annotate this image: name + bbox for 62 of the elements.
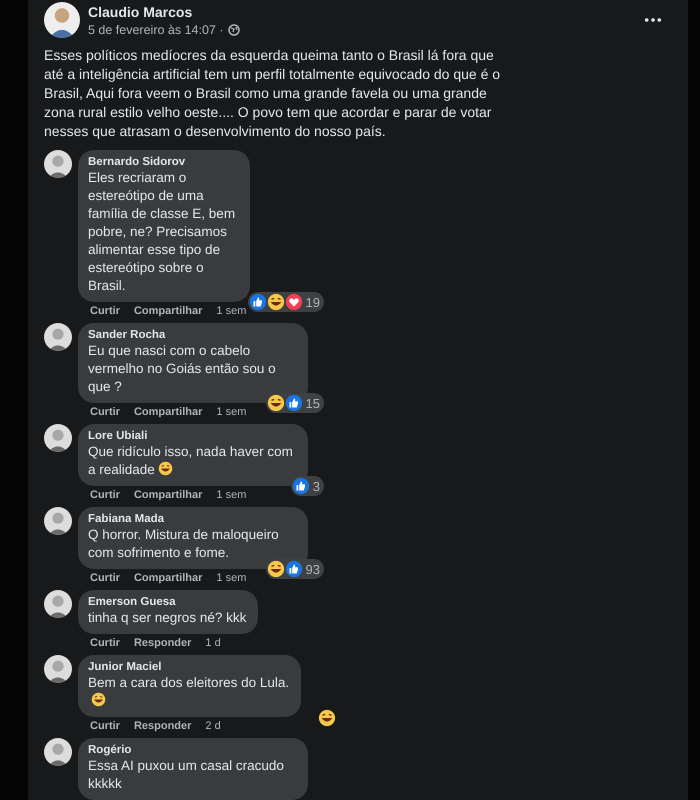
reactions-badge[interactable]: 19: [248, 292, 324, 312]
laughing-emoji-icon: [266, 394, 285, 412]
commenter-name[interactable]: Bernardo Sidorov: [88, 156, 238, 168]
avatar[interactable]: [44, 323, 72, 351]
like-icon: [284, 560, 303, 578]
comment-action-link[interactable]: Compartilhar: [134, 572, 202, 584]
comment-time[interactable]: 1 sem: [216, 489, 246, 501]
author-name[interactable]: Claudio Marcos: [88, 4, 636, 20]
commenter-name[interactable]: Fabiana Mada: [88, 513, 296, 525]
commenter-name[interactable]: Rogério: [88, 744, 296, 756]
comment-action-link[interactable]: Compartilhar: [134, 406, 202, 418]
commenter-name[interactable]: Sander Rocha: [88, 329, 296, 341]
comment-time[interactable]: 1 sem: [216, 572, 246, 584]
comment-action-link[interactable]: Curtir: [90, 572, 120, 584]
comment-text: tinha q ser negros né? kkk: [88, 610, 246, 625]
avatar[interactable]: [44, 150, 72, 178]
laughing-emoji-icon: [266, 560, 285, 578]
like-icon: [292, 477, 310, 495]
avatar[interactable]: [44, 738, 72, 766]
comment-action-link[interactable]: Curtir: [90, 305, 120, 317]
avatar[interactable]: [44, 590, 72, 618]
like-icon: [284, 394, 303, 412]
comment-text: Q horror. Mistura de maloqueiro com sofrimento e fome.: [88, 527, 279, 560]
laughing-emoji-icon: [318, 709, 336, 727]
comment-time[interactable]: 1 sem: [216, 406, 246, 418]
comment-text: Que ridículo isso, nada haver com a realidade: [88, 444, 293, 477]
commenter-name[interactable]: Emerson Guesa: [88, 596, 246, 608]
comment-time[interactable]: 2 d: [205, 720, 221, 732]
reaction-count: 19: [306, 294, 320, 310]
comment-action-link[interactable]: Compartilhar: [134, 305, 202, 317]
comment-action-link[interactable]: Responder: [134, 637, 192, 649]
laughing-emoji-icon: [266, 293, 285, 311]
comment-text: Eu que nasci com o cabelo vermelho no Goiás então sou o que ?: [88, 343, 276, 394]
reaction-count: 93: [306, 562, 320, 576]
reaction-count: 3: [312, 478, 320, 494]
commenter-name[interactable]: Lore Ubiali: [88, 430, 296, 442]
comment-time[interactable]: 1 d: [205, 637, 221, 649]
post-text: Esses políticos medíocres da esquerda queima tanto o Brasil lá fora que até a inteligência artificial tem um perfil totalmente equivocado do que é o Brasil, Aqui fora veem o Brasil como uma grande favela ou uma grande zona rural estilo velho oeste.... O povo tem que acordar e parar de votar nesses que atrasam o desenvolvimento do nosso país.: [44, 46, 502, 141]
comment-text: Essa AI puxou um casal cracudo kkkkk: [88, 758, 284, 791]
avatar[interactable]: [44, 507, 72, 535]
like-icon: [248, 293, 267, 311]
comment-action-link[interactable]: Compartilhar: [134, 489, 202, 501]
reaction-count: 15: [306, 396, 320, 410]
globe-icon: [228, 24, 240, 36]
reactions-badge[interactable]: 93: [266, 559, 324, 579]
comment-text: Bem a cara dos eleitores do Lula.: [88, 675, 290, 690]
comment-time[interactable]: 1 sem: [216, 305, 246, 317]
avatar[interactable]: [44, 655, 72, 683]
avatar[interactable]: [44, 2, 80, 38]
comment-action-link[interactable]: Curtir: [90, 720, 120, 732]
comment-text: Eles recriaram o estereótipo de uma família de classe E, bem pobre, ne? Precisamos alimentar esse tipo de estereótipo sobre o Brasil.: [88, 170, 236, 293]
reactions-badge[interactable]: [318, 709, 336, 727]
reactions-badge[interactable]: 3: [290, 476, 324, 496]
comment-action-link[interactable]: Responder: [134, 720, 192, 732]
comment-action-link[interactable]: Curtir: [90, 637, 120, 649]
post-date[interactable]: 5 de fevereiro às 14:07 ·: [88, 22, 224, 36]
comment-action-link[interactable]: Curtir: [90, 406, 120, 418]
more-options-icon[interactable]: [644, 17, 662, 23]
commenter-name[interactable]: Junior Maciel: [88, 661, 290, 673]
avatar[interactable]: [44, 424, 72, 452]
reactions-badge[interactable]: 15: [266, 393, 324, 413]
comment-action-link[interactable]: Curtir: [90, 489, 120, 501]
